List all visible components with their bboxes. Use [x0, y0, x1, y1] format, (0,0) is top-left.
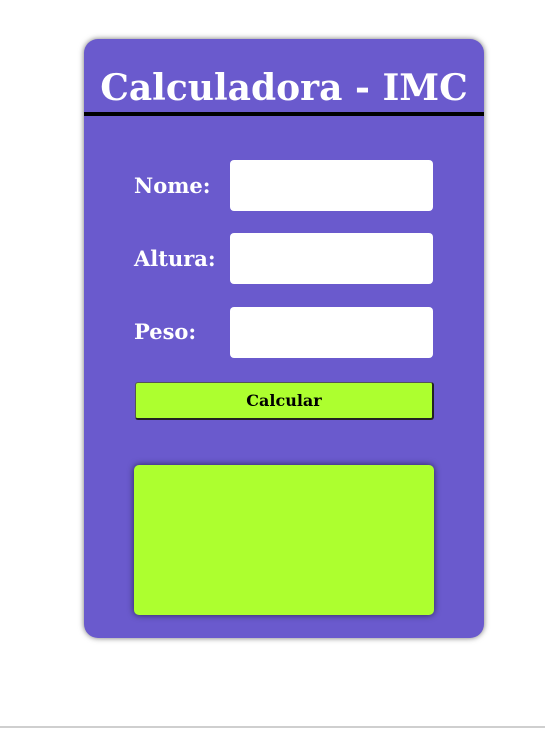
name-label: Nome:: [134, 173, 211, 198]
calculate-button[interactable]: Calcular: [135, 382, 434, 420]
height-label: Altura:: [134, 246, 216, 271]
weight-label: Peso:: [134, 319, 197, 344]
page-title: Calculadora - IMC: [100, 67, 468, 109]
weight-input[interactable]: [230, 307, 433, 358]
imc-calculator-card: Calculadora - IMC Nome: Altura: Peso: Ca…: [84, 39, 484, 638]
title-divider: [84, 112, 484, 116]
name-input[interactable]: [230, 160, 433, 211]
result-box: [134, 465, 434, 615]
page-bottom-divider: [0, 726, 545, 728]
height-input[interactable]: [230, 233, 433, 284]
